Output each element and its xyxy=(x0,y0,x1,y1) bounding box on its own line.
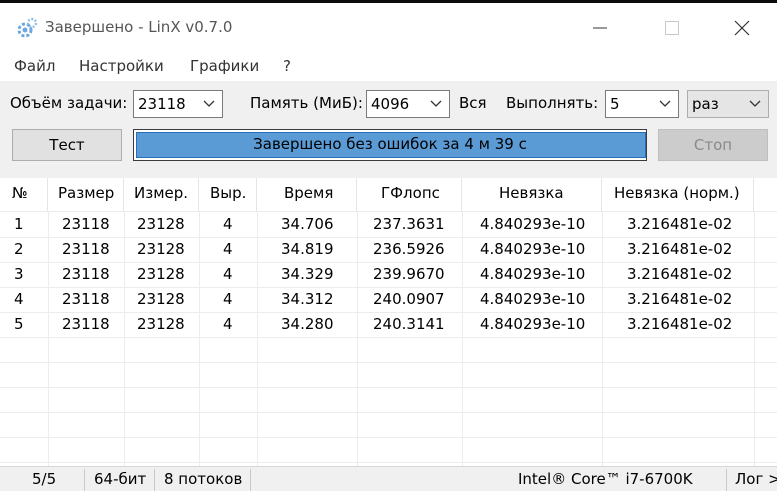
table-cell: 4 xyxy=(223,215,233,233)
status-bits: 64-бит xyxy=(94,470,147,488)
table-row xyxy=(0,337,777,362)
chevron-down-icon xyxy=(430,100,442,107)
table-cell: 3.216481e-02 xyxy=(627,315,733,333)
size-label: Объём задачи: xyxy=(10,94,128,112)
memory-combo[interactable]: 4096 xyxy=(366,90,450,118)
table-cell: 3.216481e-02 xyxy=(627,240,733,258)
table-row xyxy=(0,437,777,462)
table-cell: 23118 xyxy=(62,290,110,308)
table-cell: 240.0907 xyxy=(373,290,445,308)
run-unit-combo[interactable]: раз xyxy=(687,90,769,118)
run-label: Выполнять: xyxy=(506,94,599,112)
table-cell: 3 xyxy=(14,265,24,283)
maximize-icon[interactable] xyxy=(659,15,685,41)
table-cell: 34.329 xyxy=(281,265,334,283)
table-cell: 34.819 xyxy=(281,240,334,258)
linx-window: Завершено - LinX v0.7.0 Файл Настройки Г… xyxy=(0,3,777,491)
table-cell: 5 xyxy=(14,315,24,333)
progress-bar: Завершено без ошибок за 4 м 39 с xyxy=(133,129,647,161)
table-cell: 2 xyxy=(14,240,24,258)
status-threads: 8 потоков xyxy=(164,470,243,488)
table-cell: 239.9670 xyxy=(373,265,445,283)
size-value: 23118 xyxy=(138,95,186,113)
size-combo[interactable]: 23118 xyxy=(133,90,223,118)
table-cell: 23118 xyxy=(62,265,110,283)
table-cell: 4.840293e-10 xyxy=(480,290,586,308)
test-button[interactable]: Тест xyxy=(12,129,122,161)
column-header[interactable]: Выр. xyxy=(199,178,257,211)
menu-bar: Файл Настройки Графики ? xyxy=(0,53,777,81)
all-memory-label[interactable]: Вся xyxy=(459,94,487,112)
status-cpu: Intel® Core™ i7-6700K xyxy=(518,470,693,488)
table-row xyxy=(0,412,777,437)
column-header[interactable]: Невязка (норм.) xyxy=(602,178,754,211)
table-cell: 23128 xyxy=(137,215,185,233)
column-header[interactable]: Измер. xyxy=(124,178,199,211)
table-cell: 4 xyxy=(223,290,233,308)
table-cell: 23118 xyxy=(62,240,110,258)
table-row xyxy=(0,387,777,412)
memory-label: Память (МиБ): xyxy=(250,94,363,112)
status-bar: 5/5 64-бит 8 потоков Intel® Core™ i7-670… xyxy=(0,466,777,491)
chevron-down-icon xyxy=(749,100,761,107)
table-cell: 237.3631 xyxy=(373,215,445,233)
progress-text: Завершено без ошибок за 4 м 39 с xyxy=(253,135,527,153)
chevron-down-icon xyxy=(659,100,671,107)
gear-icon xyxy=(17,17,38,38)
title-bar: Завершено - LinX v0.7.0 xyxy=(0,3,777,53)
results-table: № Размер Измер. Выр. Время ГФлопс Невязк… xyxy=(0,178,777,466)
table-cell: 4.840293e-10 xyxy=(480,215,586,233)
run-count-value: 5 xyxy=(610,95,620,113)
menu-help[interactable]: ? xyxy=(283,57,291,75)
column-header[interactable]: № xyxy=(0,178,48,211)
table-cell: 1 xyxy=(14,215,24,233)
menu-file[interactable]: Файл xyxy=(14,57,55,75)
column-header[interactable]: Время xyxy=(257,178,357,211)
table-cell: 23118 xyxy=(62,215,110,233)
table-cell: 4.840293e-10 xyxy=(480,240,586,258)
table-row[interactable]: 5 23118 23128 4 34.280 240.3141 4.840293e-10 3.… xyxy=(0,312,777,337)
memory-value: 4096 xyxy=(371,95,410,113)
status-progress: 5/5 xyxy=(32,470,57,488)
menu-graphs[interactable]: Графики xyxy=(190,57,259,75)
table-row xyxy=(0,362,777,387)
table-cell: 34.280 xyxy=(281,315,334,333)
table-cell: 23128 xyxy=(137,315,185,333)
table-cell: 4 xyxy=(223,315,233,333)
table-cell: 4.840293e-10 xyxy=(480,315,586,333)
table-cell: 3.216481e-02 xyxy=(627,215,733,233)
table-cell: 4.840293e-10 xyxy=(480,265,586,283)
minimize-icon[interactable] xyxy=(587,15,613,41)
table-row[interactable]: 3 23118 23128 4 34.329 239.9670 4.840293e-10 3.… xyxy=(0,262,777,287)
table-cell: 23118 xyxy=(62,315,110,333)
table-cell: 3.216481e-02 xyxy=(627,265,733,283)
table-cell: 4 xyxy=(14,290,24,308)
column-header[interactable]: Невязка xyxy=(462,178,602,211)
table-cell: 4 xyxy=(223,240,233,258)
stop-button[interactable]: Стоп xyxy=(658,129,768,161)
run-unit-value: раз xyxy=(692,95,719,113)
table-cell: 34.312 xyxy=(281,290,334,308)
column-header[interactable]: Размер xyxy=(48,178,124,211)
table-cell: 23128 xyxy=(137,240,185,258)
table-cell: 23128 xyxy=(137,290,185,308)
run-count-combo[interactable]: 5 xyxy=(605,90,679,118)
table-row[interactable]: 4 23118 23128 4 34.312 240.0907 4.840293e-10 3.… xyxy=(0,287,777,312)
table-cell: 236.5926 xyxy=(373,240,445,258)
table-cell: 4 xyxy=(223,265,233,283)
close-icon[interactable] xyxy=(729,15,755,41)
log-button[interactable]: Лог > xyxy=(735,470,777,488)
column-header[interactable]: ГФлопс xyxy=(357,178,462,211)
window-title: Завершено - LinX v0.7.0 xyxy=(45,18,233,36)
menu-settings[interactable]: Настройки xyxy=(79,57,164,75)
table-row[interactable]: 2 23118 23128 4 34.819 236.5926 4.840293e-10 3.… xyxy=(0,237,777,262)
table-cell: 23128 xyxy=(137,265,185,283)
table-cell: 34.706 xyxy=(281,215,334,233)
chevron-down-icon xyxy=(203,100,215,107)
table-cell: 240.3141 xyxy=(373,315,445,333)
table-row[interactable]: 1 23118 23128 4 34.706 237.3631 4.840293e-10 3.… xyxy=(0,212,777,237)
table-cell: 3.216481e-02 xyxy=(627,290,733,308)
